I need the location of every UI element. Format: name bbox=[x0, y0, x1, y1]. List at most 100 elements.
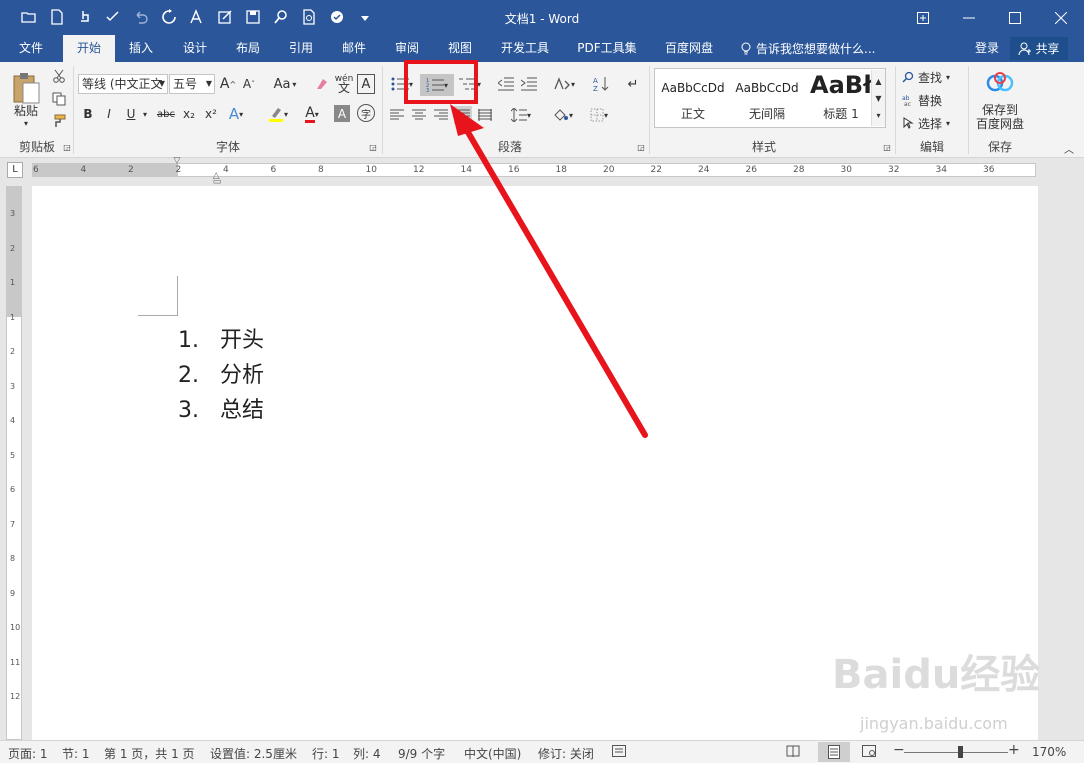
line-spacing-icon[interactable]: ▾ bbox=[507, 106, 535, 124]
status-word-count[interactable]: 9/9 个字 bbox=[398, 745, 445, 762]
strikethrough-button[interactable]: abc bbox=[155, 104, 177, 124]
sign-in-link[interactable]: 登录 bbox=[975, 35, 999, 62]
hanging-indent-marker[interactable]: △ ▭ bbox=[211, 172, 223, 187]
format-painter-icon[interactable] bbox=[49, 112, 69, 130]
macro-record-icon[interactable] bbox=[612, 745, 626, 760]
paragraph-launcher-icon[interactable]: ◲ bbox=[636, 142, 646, 152]
tab-insert[interactable]: 插入 bbox=[118, 35, 164, 62]
subscript-button[interactable]: x₂ bbox=[180, 104, 198, 124]
tab-view[interactable]: 视图 bbox=[437, 35, 483, 62]
grow-font-icon[interactable]: A ^ bbox=[219, 74, 237, 94]
justify-icon[interactable] bbox=[454, 106, 472, 124]
character-border-icon[interactable]: A bbox=[357, 74, 375, 94]
tab-selector-icon[interactable]: L bbox=[7, 162, 23, 178]
increase-indent-icon[interactable] bbox=[519, 74, 539, 94]
replace-button[interactable]: ab ac 替换 bbox=[902, 91, 962, 109]
underline-button[interactable]: U bbox=[123, 104, 139, 124]
phonetic-guide-icon[interactable]: wén 文 bbox=[334, 73, 354, 95]
show-hide-marks-icon[interactable]: ↵ bbox=[623, 74, 643, 94]
style-heading-1[interactable]: AaBł 标题 1 bbox=[805, 69, 877, 127]
baidu-netdisk-icon[interactable] bbox=[985, 70, 1015, 96]
align-center-icon[interactable] bbox=[410, 106, 428, 124]
vertical-ruler[interactable]: 3 2 1 1 2 3 4 5 6 7 8 9 10 11 12 bbox=[6, 186, 22, 740]
character-shading-icon[interactable]: A bbox=[334, 105, 350, 122]
paste-button[interactable]: 粘贴 bbox=[8, 102, 44, 118]
print-layout-icon[interactable] bbox=[818, 742, 850, 762]
decrease-indent-icon[interactable] bbox=[496, 74, 516, 94]
styles-scroll[interactable]: ▲ ▼ ▾ bbox=[871, 70, 885, 126]
status-track-changes[interactable]: 修订: 关闭 bbox=[538, 745, 594, 762]
shading-icon[interactable]: ▾ bbox=[548, 106, 578, 124]
highlight-color-icon[interactable]: ▾ bbox=[264, 104, 292, 124]
tab-layout[interactable]: 布局 bbox=[225, 35, 271, 62]
font-size-combo[interactable]: 五号 ▼ bbox=[169, 74, 215, 94]
font-launcher-icon[interactable]: ◲ bbox=[368, 142, 378, 152]
change-case-button[interactable]: Aa ▾ bbox=[268, 74, 302, 94]
list-item[interactable]: 3. 总结 bbox=[178, 392, 264, 424]
status-setting[interactable]: 设置值: 2.5厘米 bbox=[210, 745, 297, 762]
select-button[interactable]: 选择 ▾ bbox=[902, 114, 962, 132]
scroll-down-icon[interactable]: ▼ bbox=[875, 94, 881, 103]
style-normal[interactable]: AaBbCcDd 正文 bbox=[657, 69, 729, 127]
first-line-indent-marker[interactable]: ▽ bbox=[171, 156, 183, 166]
collapse-ribbon-icon[interactable]: ︿ bbox=[1062, 142, 1076, 156]
tab-file[interactable]: 文件 bbox=[8, 35, 54, 62]
align-left-icon[interactable] bbox=[388, 106, 406, 124]
zoom-level[interactable]: 170% bbox=[1032, 745, 1066, 759]
text-effects-icon[interactable]: A ▾ bbox=[224, 104, 248, 124]
zoom-slider-thumb[interactable] bbox=[958, 746, 963, 758]
tab-developer[interactable]: 开发工具 bbox=[493, 35, 557, 62]
minimize-icon[interactable] bbox=[946, 0, 992, 35]
close-icon[interactable] bbox=[1038, 0, 1084, 35]
style-no-spacing[interactable]: AaBbCcDd 无间隔 bbox=[731, 69, 803, 127]
enclose-characters-icon[interactable]: 字 bbox=[357, 104, 375, 122]
status-column[interactable]: 列: 4 bbox=[353, 745, 381, 762]
zoom-slider-track[interactable] bbox=[904, 752, 1008, 753]
web-layout-icon[interactable] bbox=[862, 745, 876, 760]
tab-references[interactable]: 引用 bbox=[278, 35, 324, 62]
tab-home[interactable]: 开始 bbox=[63, 35, 115, 62]
tab-baidu-netdisk[interactable]: 百度网盘 bbox=[656, 35, 722, 62]
styles-launcher-icon[interactable]: ◲ bbox=[882, 142, 892, 152]
cut-icon[interactable] bbox=[49, 67, 69, 85]
status-section[interactable]: 节: 1 bbox=[62, 745, 90, 762]
status-page[interactable]: 页面: 1 bbox=[8, 745, 48, 762]
sort-icon[interactable]: AZ bbox=[591, 74, 611, 94]
paste-dropdown-icon[interactable]: ▾ bbox=[18, 118, 34, 128]
maximize-icon[interactable] bbox=[992, 0, 1038, 35]
font-name-combo[interactable]: 等线 (中文正文 ▼ bbox=[78, 74, 168, 94]
read-mode-icon[interactable] bbox=[786, 745, 800, 760]
vertical-scrollbar[interactable] bbox=[1065, 158, 1084, 740]
tab-pdf-tools[interactable]: PDF工具集 bbox=[570, 35, 644, 62]
share-button[interactable]: 共享 bbox=[1010, 37, 1068, 60]
clear-formatting-icon[interactable] bbox=[312, 74, 332, 94]
status-language[interactable]: 中文(中国) bbox=[464, 745, 521, 762]
borders-icon[interactable]: ▾ bbox=[584, 106, 614, 124]
horizontal-ruler[interactable]: 6 4 2 2 4 6 8 10 12 14 16 18 20 22 24 26 28 30 32 34 36 bbox=[32, 163, 1036, 177]
chinese-layout-icon[interactable]: ▾ bbox=[549, 74, 579, 94]
save-to-netdisk-line2[interactable]: 百度网盘 bbox=[972, 116, 1028, 131]
scroll-up-icon[interactable]: ▲ bbox=[875, 77, 881, 86]
tell-me-box[interactable]: 告诉我您想要做什么... bbox=[740, 35, 875, 62]
superscript-button[interactable]: x² bbox=[202, 104, 220, 124]
tab-mailings[interactable]: 邮件 bbox=[331, 35, 377, 62]
align-right-icon[interactable] bbox=[432, 106, 450, 124]
bold-button[interactable]: B bbox=[80, 104, 96, 124]
zoom-out-icon[interactable]: − bbox=[893, 742, 905, 758]
shrink-font-icon[interactable]: Aˇ bbox=[240, 74, 258, 94]
more-styles-icon[interactable]: ▾ bbox=[876, 111, 880, 120]
list-item[interactable]: 2. 分析 bbox=[178, 357, 264, 389]
tab-design[interactable]: 设计 bbox=[172, 35, 218, 62]
list-item[interactable]: 1. 开头 bbox=[178, 322, 264, 354]
underline-dropdown-icon[interactable]: ▾ bbox=[140, 104, 150, 124]
find-button[interactable]: 查找 ▾ bbox=[902, 68, 962, 86]
distributed-icon[interactable] bbox=[476, 106, 494, 124]
tab-review[interactable]: 审阅 bbox=[384, 35, 430, 62]
copy-icon[interactable] bbox=[49, 90, 69, 108]
clipboard-launcher-icon[interactable]: ◲ bbox=[62, 142, 72, 152]
status-row[interactable]: 行: 1 bbox=[312, 745, 340, 762]
ribbon-display-icon[interactable] bbox=[900, 0, 946, 35]
font-color-icon[interactable]: A ▾ bbox=[298, 104, 326, 124]
italic-button[interactable]: I bbox=[101, 104, 117, 124]
zoom-in-icon[interactable]: + bbox=[1008, 742, 1020, 758]
